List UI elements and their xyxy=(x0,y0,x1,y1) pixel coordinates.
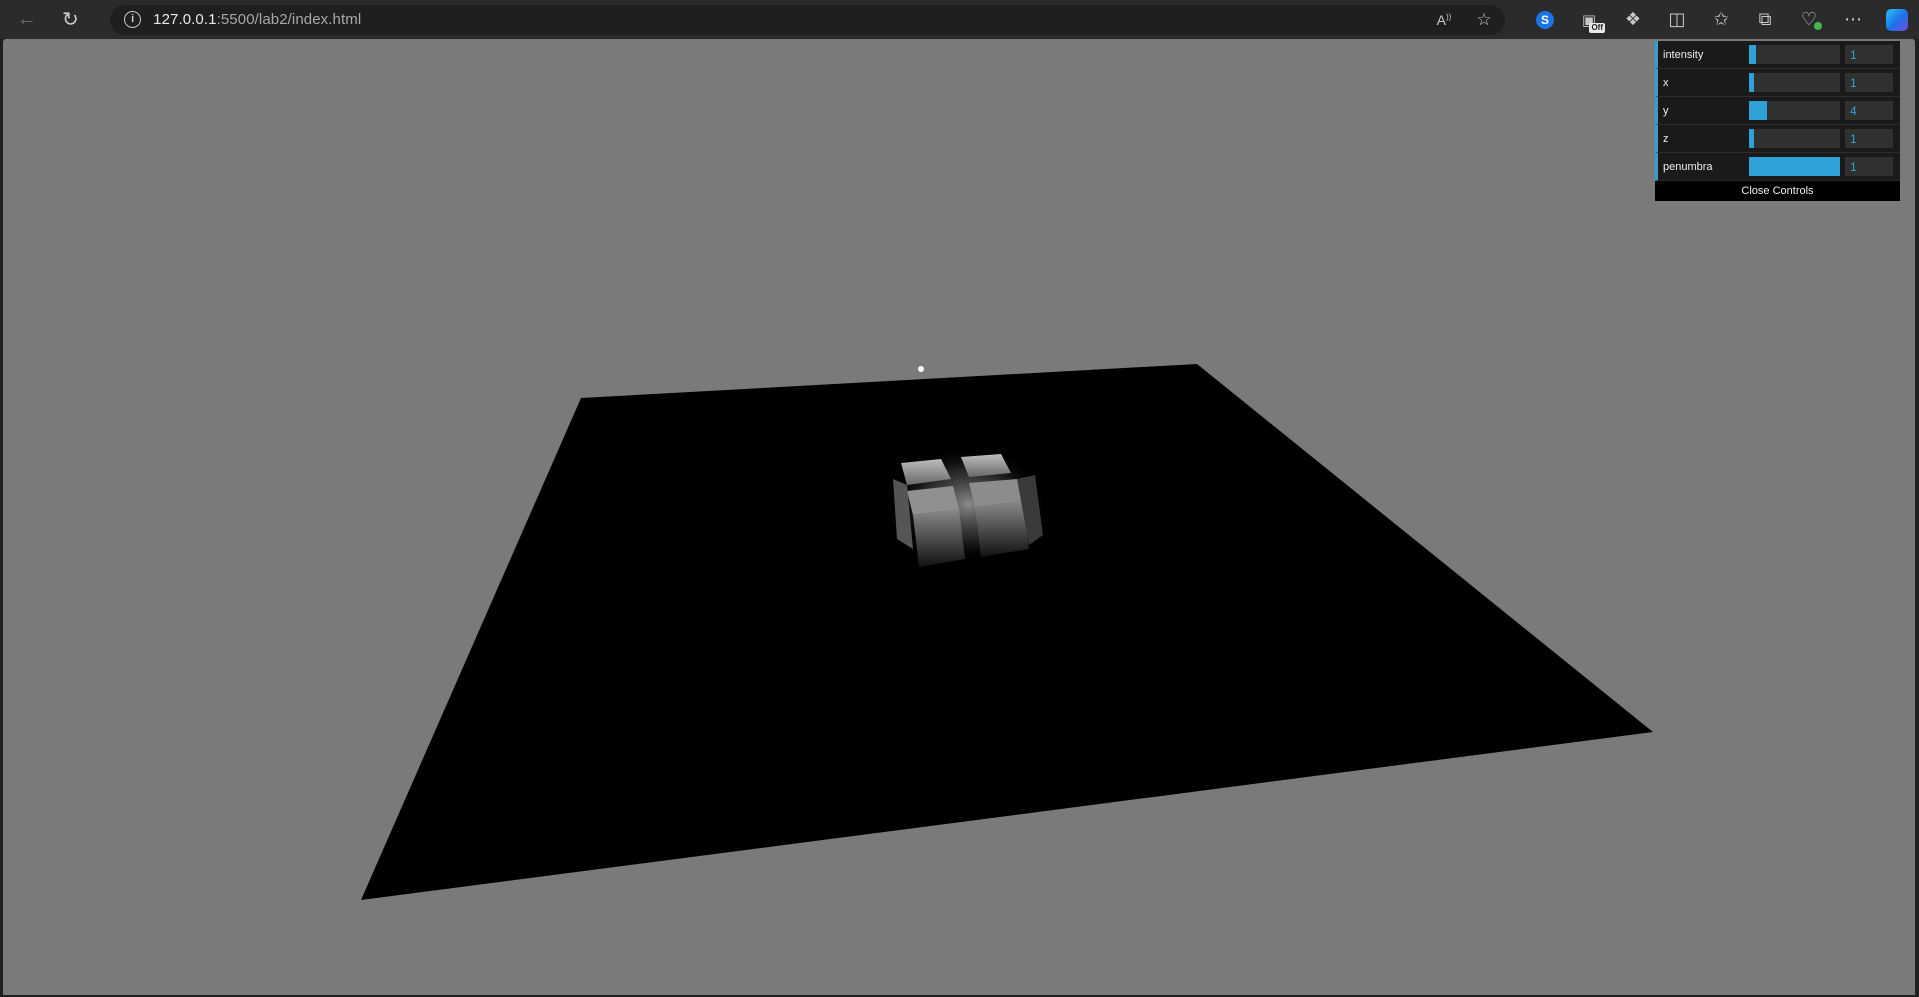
url-text[interactable]: 127.0.0.1:5500/lab2/index.html xyxy=(153,11,361,28)
slider-fill xyxy=(1749,45,1757,64)
url-host: 127.0.0.1 xyxy=(153,11,217,28)
favorites-button[interactable]: ✩ xyxy=(1699,4,1743,36)
back-arrow-icon: ← xyxy=(16,8,37,30)
y-input[interactable]: 4 xyxy=(1845,101,1893,120)
browser-toolbar: ← ↻ i 127.0.0.1:5500/lab2/index.html A))… xyxy=(0,0,1919,39)
split-screen-button[interactable]: ◫ xyxy=(1655,4,1699,36)
gui-control-label: x xyxy=(1663,76,1669,89)
gui-control-label: penumbra xyxy=(1663,160,1713,173)
favorites-icon: ✩ xyxy=(1713,9,1729,29)
intensity-slider[interactable] xyxy=(1749,45,1840,64)
extension-off-button[interactable]: ▣ Off xyxy=(1567,4,1611,36)
more-icon: ⋯ xyxy=(1844,9,1862,29)
copilot-button[interactable] xyxy=(1875,4,1919,36)
slider-fill xyxy=(1749,129,1755,148)
z-input[interactable]: 1 xyxy=(1845,129,1893,148)
slider-fill xyxy=(1749,157,1840,176)
light-source xyxy=(918,366,924,372)
gui-control-y: y4 xyxy=(1655,97,1900,125)
collections-button[interactable]: ⧉ xyxy=(1743,4,1787,36)
copilot-icon xyxy=(1886,8,1908,31)
collections-icon: ⧉ xyxy=(1758,9,1772,29)
gui-control-label: z xyxy=(1663,132,1669,145)
penumbra-input[interactable]: 1 xyxy=(1845,157,1893,176)
intensity-input[interactable]: 1 xyxy=(1845,45,1893,64)
gui-control-z: z1 xyxy=(1655,125,1900,153)
star-icon[interactable]: ☆ xyxy=(1473,10,1495,30)
puzzle-icon: ❖ xyxy=(1624,9,1642,29)
y-slider[interactable] xyxy=(1749,101,1840,120)
back-button[interactable]: ← xyxy=(9,4,45,36)
browser-essentials-button[interactable]: ♡ xyxy=(1787,4,1831,36)
shazam-extension-button[interactable]: S xyxy=(1523,4,1567,36)
close-controls-button[interactable]: Close Controls xyxy=(1655,181,1900,201)
webgl-canvas[interactable]: intensity 1 x 1 y 4 z 1 penumbra 1 Close Controls xyxy=(3,39,1915,995)
gui-control-label: y xyxy=(1663,104,1669,117)
x-slider[interactable] xyxy=(1749,73,1840,92)
cube-side xyxy=(913,509,965,567)
off-badge: Off xyxy=(1589,22,1605,33)
menu-button[interactable]: ⋯ xyxy=(1831,4,1875,36)
penumbra-slider[interactable] xyxy=(1749,157,1840,176)
gui-control-penumbra: penumbra 1 xyxy=(1655,153,1900,181)
cube-side xyxy=(975,501,1029,557)
shazam-icon: S xyxy=(1536,10,1554,29)
slider-fill xyxy=(1749,73,1755,92)
gui-control-intensity: intensity 1 xyxy=(1655,41,1900,69)
reload-icon: ↻ xyxy=(61,9,79,31)
read-aloud-icon[interactable]: A)) xyxy=(1433,12,1455,28)
z-slider[interactable] xyxy=(1749,129,1840,148)
x-input[interactable]: 1 xyxy=(1845,73,1893,92)
address-bar[interactable]: i 127.0.0.1:5500/lab2/index.html A)) ☆ xyxy=(110,4,1505,35)
dat-gui-panel: intensity 1 x 1 y 4 z 1 penumbra 1 Close Controls xyxy=(1655,41,1900,201)
gui-control-label: intensity xyxy=(1663,48,1704,61)
reload-button[interactable]: ↻ xyxy=(53,4,89,36)
gui-control-x: x1 xyxy=(1655,69,1900,97)
extensions-button[interactable]: ❖ xyxy=(1611,4,1655,36)
split-screen-icon: ◫ xyxy=(1668,9,1686,29)
scene-render xyxy=(361,364,1653,900)
status-dot xyxy=(1814,21,1822,30)
slider-fill xyxy=(1749,101,1768,120)
url-path: :5500/lab2/index.html xyxy=(216,11,362,28)
ground-plane xyxy=(361,364,1653,900)
info-icon[interactable]: i xyxy=(124,11,142,28)
